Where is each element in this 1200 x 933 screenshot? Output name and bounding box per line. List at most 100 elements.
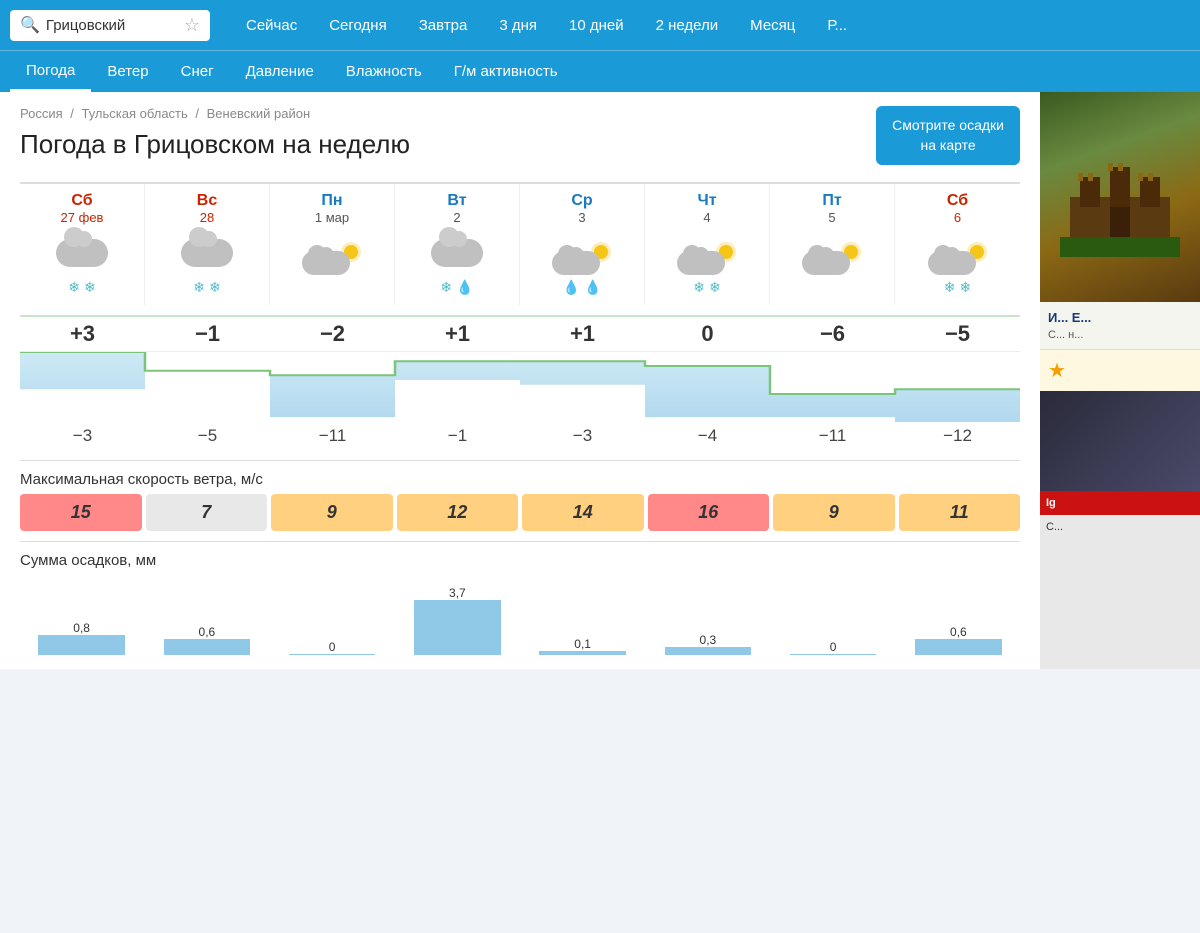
breadcrumb-russia[interactable]: Россия [20, 106, 63, 121]
right-sidebar: И... Е... С... н... ★ Ig С... [1040, 92, 1200, 669]
nav-month[interactable]: Месяц [734, 3, 811, 48]
precip-3: ❄ 💧 [399, 279, 515, 297]
nav-now[interactable]: Сейчас [230, 3, 313, 48]
wind-cell-5: 16 [648, 494, 770, 531]
temp-high-5: 0 [645, 321, 770, 347]
nav-2weeks[interactable]: 2 недели [640, 3, 735, 48]
precip-6 [774, 279, 890, 297]
temp-section: +3 −1 −2 +1 +1 0 −6 −5 [20, 315, 1020, 450]
weather-grid: Сб 27 фев ❄ ❄ Вс 28 ❄ ❄ [20, 182, 1020, 305]
day-name-6: Пт [774, 192, 890, 210]
precip-section-title: Сумма осадков, мм [20, 541, 1020, 575]
temp-low-2: −11 [270, 426, 395, 446]
nav-10days[interactable]: 10 дней [553, 3, 640, 48]
day-date-7: 6 [899, 210, 1016, 225]
subnav-snow[interactable]: Снег [165, 53, 230, 90]
raindrop-icon: 💧 [563, 279, 580, 297]
weather-col-7: Сб 6 ❄ ❄ [895, 184, 1020, 305]
day-date-2: 1 мар [274, 210, 390, 225]
weather-col-2: Пн 1 мар [270, 184, 395, 305]
subnav-pressure[interactable]: Давление [230, 53, 330, 90]
wind-cell-1: 7 [146, 494, 268, 531]
precip-value-3: 3,7 [449, 586, 466, 600]
day-name-3: Вт [399, 192, 515, 210]
weather-icon-5 [677, 231, 737, 275]
precip-value-5: 0,3 [700, 633, 717, 647]
day-date-4: 3 [524, 210, 640, 225]
breadcrumb-district[interactable]: Веневский район [207, 106, 311, 121]
snowflake-icon: ❄ [960, 279, 972, 297]
precip-bar-2 [289, 654, 375, 655]
snowflake-icon: ❄ [693, 279, 705, 297]
search-icon: 🔍 [20, 15, 40, 35]
precip-5: ❄ ❄ [649, 279, 765, 297]
day-name-7: Сб [899, 192, 1016, 210]
precip-grid: 0,8 0,6 0 3,7 [20, 575, 1020, 655]
map-button[interactable]: Смотрите осадки на карте [876, 106, 1020, 165]
star-gold-icon: ★ [1048, 358, 1066, 383]
precip-col-5: 0,3 [646, 575, 769, 655]
weather-col-3: Вт 2 ❄ 💧 [395, 184, 520, 305]
wind-cell-2: 9 [271, 494, 393, 531]
temp-low-0: −3 [20, 426, 145, 446]
temp-low-row: −3 −5 −11 −1 −3 −4 −11 −12 [20, 422, 1020, 450]
favorite-icon[interactable]: ☆ [184, 15, 200, 36]
top-navigation: 🔍 Грицовский ☆ Сейчас Сегодня Завтра 3 д… [0, 0, 1200, 50]
temp-high-4: +1 [520, 321, 645, 347]
sidebar-dark-block [1040, 391, 1200, 491]
weather-col-0: Сб 27 фев ❄ ❄ [20, 184, 145, 305]
nav-links: Сейчас Сегодня Завтра 3 дня 10 дней 2 не… [230, 3, 863, 48]
weather-col-4: Ср 3 💧 💧 [520, 184, 645, 305]
day-date-0: 27 фев [24, 210, 140, 225]
precip-bar-0 [38, 635, 124, 655]
nav-3days[interactable]: 3 дня [483, 3, 553, 48]
temp-high-3: +1 [395, 321, 520, 347]
nav-more[interactable]: Р... [811, 3, 863, 48]
sidebar-star-area: ★ [1040, 350, 1200, 391]
day-date-5: 4 [649, 210, 765, 225]
precip-0: ❄ ❄ [24, 279, 140, 297]
subnav-gm[interactable]: Г/м активность [438, 53, 574, 90]
sidebar-ad-text: И... Е... С... н... [1040, 302, 1200, 350]
wind-cell-4: 14 [522, 494, 644, 531]
precip-value-4: 0,1 [574, 637, 591, 651]
temp-chart [20, 352, 1020, 422]
weather-icon-1 [177, 231, 237, 275]
second-navigation: Погода Ветер Снег Давление Влажность Г/м… [0, 50, 1200, 92]
temp-low-5: −4 [645, 426, 770, 446]
precip-bar-4 [539, 651, 625, 655]
subnav-humidity[interactable]: Влажность [330, 53, 438, 90]
castle-icon [1060, 137, 1180, 257]
temp-low-4: −3 [520, 426, 645, 446]
main-content: Россия / Тульская область / Веневский ра… [0, 92, 1200, 669]
raindrop-icon: 💧 [456, 279, 473, 297]
wind-section-title: Максимальная скорость ветра, м/с [20, 460, 1020, 494]
precip-bar-6 [790, 654, 876, 655]
search-input[interactable]: Грицовский [46, 17, 172, 34]
precip-1: ❄ ❄ [149, 279, 265, 297]
subnav-wind[interactable]: Ветер [91, 53, 164, 90]
snowflake-icon: ❄ [68, 279, 80, 297]
temp-high-0: +3 [20, 321, 145, 347]
weather-icon-6 [802, 231, 862, 275]
weather-col-1: Вс 28 ❄ ❄ [145, 184, 270, 305]
raindrop-icon: 💧 [584, 279, 601, 297]
snowflake-icon: ❄ [193, 279, 205, 297]
precip-col-0: 0,8 [20, 575, 143, 655]
day-name-0: Сб [24, 192, 140, 210]
precip-col-3: 3,7 [396, 575, 519, 655]
sidebar-ad-top[interactable] [1040, 92, 1200, 302]
precip-value-6: 0 [830, 640, 837, 654]
day-date-3: 2 [399, 210, 515, 225]
breadcrumb-region[interactable]: Тульская область [82, 106, 188, 121]
wind-grid: 15 7 9 12 14 16 9 11 [20, 494, 1020, 531]
search-box[interactable]: 🔍 Грицовский ☆ [10, 10, 210, 41]
snowflake-icon: ❄ [84, 279, 96, 297]
precip-value-0: 0,8 [73, 621, 90, 635]
weather-col-5: Чт 4 ❄ ❄ [645, 184, 770, 305]
subnav-weather[interactable]: Погода [10, 52, 91, 92]
temp-high-1: −1 [145, 321, 270, 347]
nav-today[interactable]: Сегодня [313, 3, 403, 48]
nav-tomorrow[interactable]: Завтра [403, 3, 484, 48]
temp-low-1: −5 [145, 426, 270, 446]
